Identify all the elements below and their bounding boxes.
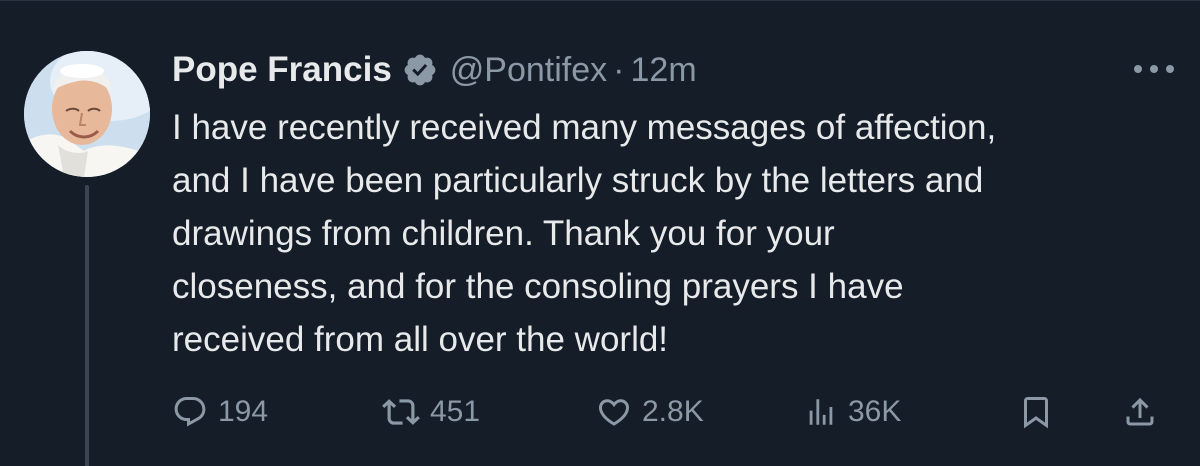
tweet-text-line: closeness, and for the consoling prayers… xyxy=(172,267,904,306)
tweet-text: I have recently received many messages o… xyxy=(172,101,1172,366)
views-bar-icon xyxy=(809,399,833,425)
retweet-button[interactable]: 451 xyxy=(382,385,480,439)
heart-icon xyxy=(598,399,630,426)
timestamp[interactable]: 12m xyxy=(631,51,697,90)
separator-dot: · xyxy=(613,50,625,89)
tweet-header: Pope Francis @Pontifex · 12m xyxy=(172,45,697,95)
author-handle[interactable]: @Pontifex xyxy=(450,51,607,90)
thread-line xyxy=(85,185,89,466)
share-icon xyxy=(1126,397,1154,426)
reply-count: 194 xyxy=(218,395,269,428)
reply-button[interactable]: 194 xyxy=(172,385,268,439)
bookmark-button[interactable] xyxy=(1018,385,1054,439)
retweet-count: 451 xyxy=(430,395,481,428)
avatar-image xyxy=(24,51,150,177)
tweet-text-line: drawings from children. Thank you for yo… xyxy=(172,214,835,253)
tweet-text-line: received from all over the world! xyxy=(172,320,669,359)
like-count: 2.8K xyxy=(642,395,704,428)
more-dots-icon[interactable] xyxy=(1134,57,1174,81)
author-name[interactable]: Pope Francis xyxy=(172,50,392,90)
share-button[interactable] xyxy=(1122,385,1158,439)
views-count: 36K xyxy=(848,395,902,428)
reply-icon xyxy=(174,397,206,427)
verified-badge-icon[interactable] xyxy=(402,52,438,88)
bookmark-icon xyxy=(1024,397,1048,429)
retweet-icon xyxy=(382,399,420,425)
action-bar: 194 451 2.8K 36K xyxy=(172,385,1172,439)
views-button[interactable]: 36K xyxy=(804,385,901,439)
avatar[interactable] xyxy=(24,51,150,177)
tweet[interactable]: Pope Francis @Pontifex · 12m I have rece… xyxy=(0,0,1200,466)
tweet-text-line: I have recently received many messages o… xyxy=(172,108,997,147)
tweet-text-line: and I have been particularly struck by t… xyxy=(172,161,984,200)
like-button[interactable]: 2.8K xyxy=(596,385,704,439)
